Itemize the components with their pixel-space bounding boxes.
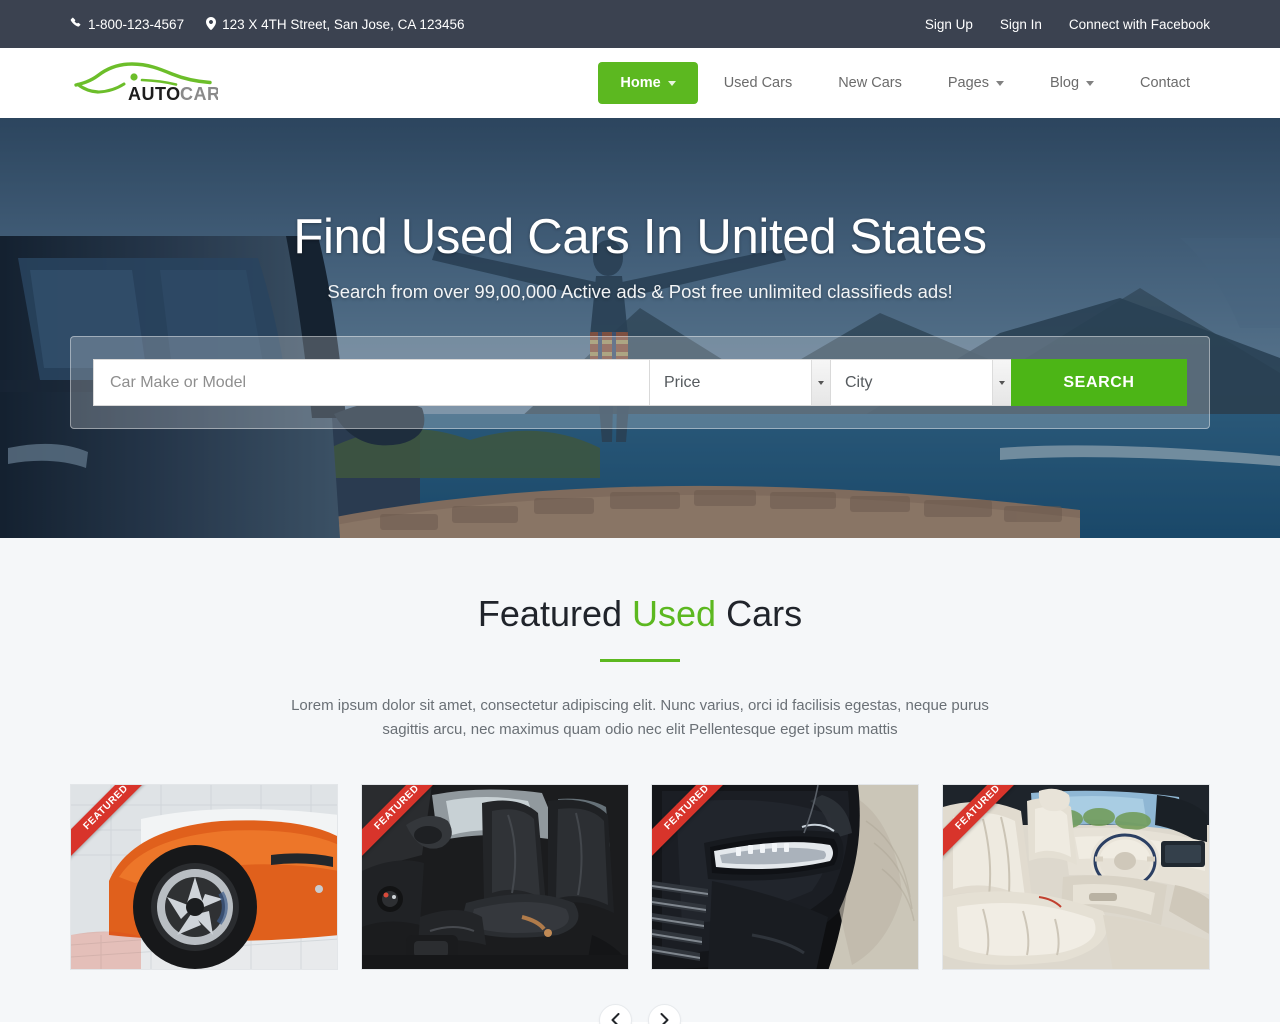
carousel-prev-button[interactable] [599, 1003, 632, 1024]
nav-contact-label: Contact [1140, 75, 1190, 91]
top-bar-contact-info: 1-800-123-4567 123 X 4TH Street, San Jos… [70, 16, 465, 32]
price-select[interactable]: Price [649, 359, 830, 406]
svg-text:AUTO: AUTO [128, 84, 181, 104]
nav-contact[interactable]: Contact [1120, 63, 1210, 103]
search-keyword-input[interactable] [93, 359, 649, 406]
price-select-arrow[interactable] [811, 360, 830, 405]
sign-in-link[interactable]: Sign In [1000, 17, 1042, 32]
sign-up-link[interactable]: Sign Up [925, 17, 973, 32]
phone-info: 1-800-123-4567 [70, 17, 184, 32]
auto-car-logo-icon: AUTO CAR [74, 62, 218, 104]
hero-title: Find Used Cars In United States [293, 210, 987, 264]
top-bar-account-links: Sign Up Sign In Connect with Facebook [925, 17, 1210, 32]
phone-number: 1-800-123-4567 [88, 16, 185, 32]
hero-subtitle: Search from over 99,00,000 Active ads & … [327, 281, 953, 303]
site-logo[interactable]: AUTO CAR [70, 59, 218, 107]
city-select[interactable]: City [830, 359, 1011, 406]
nav-blog[interactable]: Blog [1030, 63, 1114, 103]
featured-title-highlight: Used [632, 593, 717, 634]
price-select-label: Price [664, 373, 701, 391]
nav-new-cars-label: New Cars [838, 75, 902, 91]
map-marker-icon [206, 16, 217, 32]
hero-search-panel: Price City SEARCH [70, 336, 1210, 429]
featured-cars-section: Featured Used Cars Lorem ipsum dolor sit… [0, 538, 1280, 1024]
chevron-right-icon [660, 1013, 669, 1024]
featured-section-description: Lorem ipsum dolor sit amet, consectetur … [291, 696, 989, 738]
chevron-down-icon [818, 380, 824, 385]
search-button[interactable]: SEARCH [1011, 359, 1187, 406]
chevron-left-icon [611, 1013, 620, 1024]
address-text: 123 X 4TH Street, San Jose, CA 123456 [222, 16, 465, 32]
nav-blog-label: Blog [1049, 75, 1080, 91]
city-select-arrow[interactable] [992, 360, 1011, 405]
address-info: 123 X 4TH Street, San Jose, CA 123456 [206, 16, 465, 32]
nav-pages[interactable]: Pages [928, 63, 1024, 103]
hero-banner: Find Used Cars In United States Search f… [0, 118, 1280, 538]
featured-carousel-nav [0, 1003, 1280, 1024]
featured-card-2[interactable]: FEATURED [360, 783, 629, 970]
featured-title-part1: Featured [477, 593, 633, 634]
nav-used-cars-label: Used Cars [723, 75, 793, 91]
nav-home[interactable]: Home [598, 62, 698, 104]
featured-card-3[interactable]: FEATURED [651, 783, 920, 970]
hero-content: Find Used Cars In United States Search f… [0, 118, 1280, 538]
chevron-down-icon [999, 380, 1005, 385]
city-select-label: City [845, 373, 873, 391]
chevron-down-icon [1086, 80, 1095, 86]
nav-pages-label: Pages [947, 75, 989, 91]
site-header: AUTO CAR Home Used Cars New Cars Pages B… [0, 48, 1280, 118]
connect-facebook-link[interactable]: Connect with Facebook [1069, 17, 1210, 32]
chevron-down-icon [995, 80, 1004, 86]
nav-home-label: Home [620, 75, 661, 91]
featured-card-1[interactable]: FEATURED [70, 783, 338, 970]
featured-card-4[interactable]: FEATURED [941, 783, 1210, 970]
featured-cards-list: FEATURED FEATURED FEATURED FEATURED [0, 783, 1280, 970]
nav-used-cars[interactable]: Used Cars [704, 63, 813, 103]
phone-icon [70, 17, 82, 31]
top-bar: 1-800-123-4567 123 X 4TH Street, San Jos… [0, 0, 1280, 48]
carousel-next-button[interactable] [648, 1003, 681, 1024]
svg-text:CAR: CAR [180, 84, 218, 104]
featured-section-title: Featured Used Cars [0, 594, 1280, 634]
featured-title-part2: Cars [716, 593, 803, 634]
title-underline [600, 658, 680, 662]
chevron-down-icon [667, 80, 676, 86]
nav-new-cars[interactable]: New Cars [818, 63, 922, 103]
main-navigation: Home Used Cars New Cars Pages Blog Conta… [598, 62, 1210, 104]
